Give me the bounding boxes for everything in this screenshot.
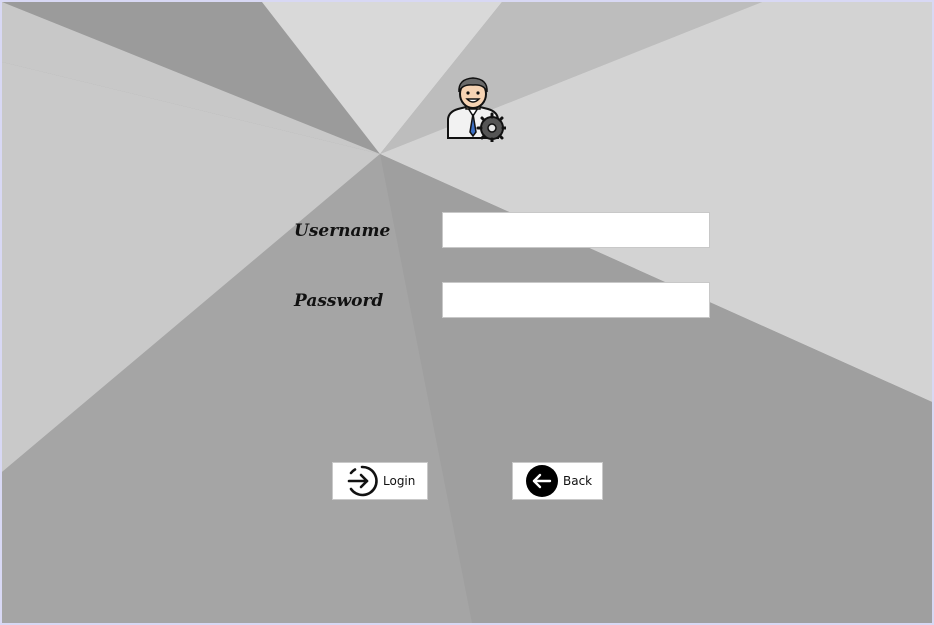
login-button[interactable]: Login <box>332 462 428 500</box>
login-window: Username Password Login Back <box>0 0 934 625</box>
user-settings-icon <box>447 77 506 142</box>
username-input[interactable] <box>442 212 710 248</box>
username-label: Username <box>294 221 391 241</box>
back-button[interactable]: Back <box>512 462 603 500</box>
password-label: Password <box>294 291 384 311</box>
password-input[interactable] <box>442 282 710 318</box>
back-button-label: Back <box>563 474 593 488</box>
back-arrow-icon <box>526 465 558 497</box>
login-arrow-icon <box>347 465 378 497</box>
login-button-label: Login <box>383 474 416 488</box>
